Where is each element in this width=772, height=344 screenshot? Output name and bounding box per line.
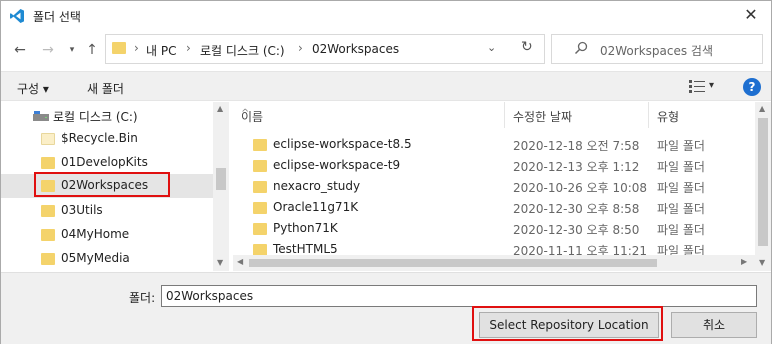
scroll-right-icon[interactable]: ▶ (741, 257, 747, 266)
file-name: Python71K (273, 221, 338, 235)
dialog-title: 폴더 선택 (33, 10, 81, 24)
scroll-left-icon[interactable]: ◀ (237, 257, 243, 266)
tree-item-label: 05MyMedia (61, 251, 130, 265)
tree-item-05mymedia[interactable]: 05MyMedia (1, 247, 213, 271)
scrollbar-thumb[interactable] (758, 118, 768, 246)
file-date: 2020-12-30 오후 8:58 (513, 202, 640, 216)
tree-item-label: 로컬 디스크 (C:) (53, 110, 138, 124)
forward-arrow-icon[interactable]: → (39, 41, 57, 59)
file-name: eclipse-workspace-t8.5 (273, 137, 412, 151)
folder-icon (41, 157, 55, 169)
red-highlight-box (472, 306, 663, 341)
file-list-vertical-scrollbar[interactable]: ▲ ▼ (755, 102, 771, 271)
folder-icon (253, 202, 267, 214)
view-options-icon[interactable] (689, 80, 705, 93)
tree-item-04myhome[interactable]: 04MyHome (1, 223, 213, 247)
scrollbar-thumb[interactable] (216, 168, 226, 190)
horizontal-scrollbar[interactable]: ◀ ▶ (233, 255, 755, 271)
tree-item-label: 01DevelopKits (61, 155, 148, 169)
refresh-icon[interactable]: ↻ (521, 39, 533, 55)
file-type: 파일 폴더 (657, 223, 705, 237)
scroll-up-icon[interactable]: ▲ (217, 104, 223, 113)
file-type: 파일 폴더 (657, 139, 705, 153)
file-name: Oracle11g71K (273, 200, 359, 214)
file-name: nexacro_study (273, 179, 361, 193)
breadcrumb-my-pc[interactable]: 내 PC (146, 42, 176, 59)
file-list: 이름 ^ 수정한 날짜 유형 eclipse-workspace-t8.5 20… (233, 102, 771, 271)
folder-icon (41, 205, 55, 217)
folder-field-label: 폴더: (129, 291, 156, 305)
breadcrumb-separator: › (134, 41, 139, 55)
file-row[interactable]: eclipse-workspace-t8.5 2020-12-18 오전 7:5… (233, 134, 771, 154)
breadcrumb-separator: › (186, 41, 191, 55)
column-header-label: 유형 (657, 110, 680, 124)
address-bar[interactable]: › 내 PC › 로컬 디스크 (C:) › 02Workspaces (105, 34, 545, 64)
file-type: 파일 폴더 (657, 160, 705, 174)
folder-icon (253, 181, 267, 193)
file-row[interactable]: Python71K 2020-12-30 오후 8:50 파일 폴더 (233, 218, 771, 238)
column-header-date[interactable]: 수정한 날짜 (505, 102, 649, 128)
file-type: 파일 폴더 (657, 202, 705, 216)
file-type: 파일 폴더 (657, 181, 705, 195)
organize-menu[interactable]: 구성 ▾ (17, 80, 49, 97)
tree-item-recycle-bin[interactable]: $Recycle.Bin (1, 127, 213, 151)
up-arrow-icon[interactable]: ↑ (83, 41, 101, 59)
help-icon[interactable]: ? (743, 78, 761, 96)
address-dropdown-chevron-icon[interactable]: ⌄ (487, 41, 496, 54)
column-header-type[interactable]: 유형 (649, 102, 755, 128)
breadcrumb-local-disk[interactable]: 로컬 디스크 (C:) (200, 42, 285, 59)
file-date: 2020-12-30 오후 8:50 (513, 223, 640, 237)
new-folder-button[interactable]: 새 폴더 (87, 80, 124, 97)
command-toolbar: 구성 ▾ 새 폴더 ▾ ? (1, 71, 771, 101)
drive-icon (33, 111, 49, 121)
vscode-icon (10, 9, 24, 23)
view-options-chevron-icon[interactable]: ▾ (709, 80, 714, 91)
folder-select-dialog: 폴더 선택 ✕ ← → ▾ ↑ › 내 PC › 로컬 디스크 (C:) › 0… (0, 0, 772, 344)
tree-item-03utils[interactable]: 03Utils (1, 199, 213, 223)
scroll-down-icon[interactable]: ▼ (217, 258, 223, 267)
folder-name-input[interactable] (161, 285, 757, 307)
search-box[interactable]: 02Workspaces 검색 (551, 34, 763, 64)
breadcrumb-separator: › (298, 41, 303, 55)
tree-item-label: 04MyHome (61, 227, 130, 241)
cancel-button[interactable]: 취소 (671, 312, 757, 338)
sort-ascending-icon: ^ (241, 108, 250, 119)
recent-locations-chevron-icon[interactable]: ▾ (63, 41, 81, 59)
folder-icon (41, 253, 55, 265)
column-header-name[interactable]: 이름 ^ (233, 102, 505, 128)
file-date: 2020-10-26 오후 10:08 (513, 181, 648, 195)
red-highlight-box (34, 172, 170, 197)
folder-icon (253, 160, 267, 172)
file-row[interactable]: eclipse-workspace-t9 2020-12-13 오후 1:12 … (233, 155, 771, 175)
back-arrow-icon[interactable]: ← (11, 41, 29, 59)
scroll-up-icon[interactable]: ▲ (759, 104, 765, 113)
file-date: 2020-12-13 오후 1:12 (513, 160, 640, 174)
title-bar: 폴더 선택 ✕ (1, 1, 771, 31)
scroll-down-icon[interactable]: ▼ (759, 258, 765, 267)
folder-icon (41, 229, 55, 241)
breadcrumb-02workspaces[interactable]: 02Workspaces (312, 42, 399, 56)
file-row[interactable]: nexacro_study 2020-10-26 오후 10:08 파일 폴더 (233, 176, 771, 196)
file-name: TestHTML5 (273, 242, 338, 256)
folder-icon (253, 139, 267, 151)
folder-icon (112, 42, 126, 54)
folder-icon (41, 133, 55, 145)
tree-item-label: 03Utils (61, 203, 103, 217)
folder-icon (253, 223, 267, 235)
file-date: 2020-12-18 오전 7:58 (513, 139, 640, 153)
scrollbar-thumb[interactable] (249, 259, 657, 267)
column-header-label: 수정한 날짜 (513, 110, 573, 124)
search-placeholder: 02Workspaces 검색 (600, 44, 714, 58)
tree-item-label: $Recycle.Bin (61, 131, 138, 145)
tree-scrollbar[interactable]: ▲ ▼ (213, 102, 229, 271)
search-icon (574, 41, 588, 55)
tree-item-local-disk[interactable]: 로컬 디스크 (C:) (1, 104, 213, 128)
file-name: eclipse-workspace-t9 (273, 158, 401, 172)
close-icon[interactable]: ✕ (741, 5, 761, 25)
file-row[interactable]: Oracle11g71K 2020-12-30 오후 8:58 파일 폴더 (233, 197, 771, 217)
